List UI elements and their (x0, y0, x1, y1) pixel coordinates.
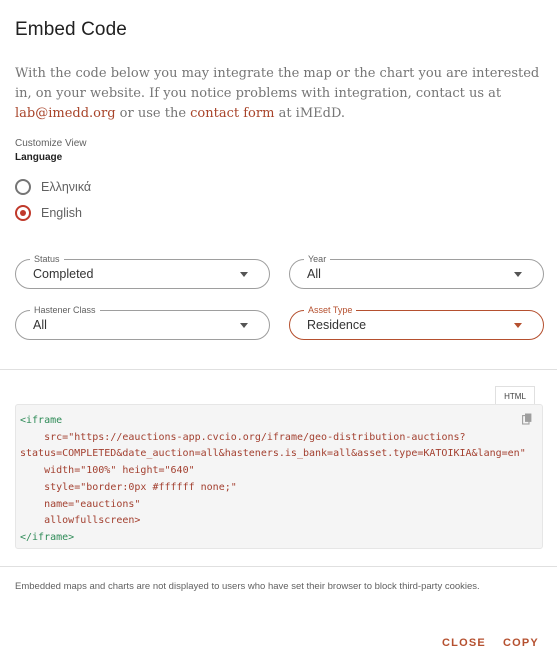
code-size-attrs: width="100%" height="640" (44, 465, 195, 477)
status-select-label: Status (30, 253, 64, 265)
close-button[interactable]: CLOSE (442, 637, 486, 649)
code-close-tag: </iframe> (20, 531, 75, 543)
year-select-value: All (307, 267, 321, 281)
code-style-attr: style="border:0px #ffffff none;" (44, 481, 237, 493)
asset-type-select-value: Residence (307, 318, 367, 332)
intro-text-1: With the code below you may integrate th… (15, 66, 540, 101)
year-select[interactable]: Year All (289, 253, 544, 289)
intro-text-3: at iMEdD. (274, 106, 346, 121)
radio-greek[interactable]: Ελληνικά (15, 179, 91, 195)
divider (0, 369, 557, 370)
status-select[interactable]: Status Completed (15, 253, 270, 289)
copy-button[interactable]: COPY (503, 637, 539, 649)
code-allowfullscreen-attr: allowfullscreen> (44, 515, 141, 527)
intro-text-2: or use the (115, 106, 191, 121)
email-link[interactable]: lab@imedd.org (15, 106, 116, 121)
radio-english-label: English (41, 206, 82, 220)
code-src-attr: src= (44, 431, 69, 443)
chevron-down-icon (240, 272, 248, 277)
customize-view-label: Customize View (15, 138, 87, 149)
hastener-class-select-label: Hastener Class (30, 304, 100, 316)
radio-english[interactable]: English (15, 205, 82, 221)
cookie-footnote: Embedded maps and charts are not display… (15, 581, 480, 592)
language-label: Language (15, 152, 63, 163)
code-src-value-1: "https://eauctions-app.cvcio.org/iframe/… (68, 431, 466, 443)
embed-code-block[interactable]: <iframe src="https://eauctions-app.cvcio… (15, 404, 543, 549)
code-name-attr: name="eauctions" (44, 498, 141, 510)
divider (0, 566, 557, 567)
hastener-class-select-value: All (33, 318, 47, 332)
radio-unchecked-icon (15, 179, 31, 195)
year-select-label: Year (304, 253, 331, 265)
chevron-down-icon (514, 323, 522, 328)
asset-type-select[interactable]: Asset Type Residence (289, 304, 544, 340)
code-src-value-2: status=COMPLETED&date_auction=all&hasten… (20, 448, 526, 460)
dialog-title: Embed Code (15, 19, 127, 40)
copy-icon[interactable] (522, 413, 532, 425)
chevron-down-icon (240, 323, 248, 328)
tab-html[interactable]: HTML (495, 386, 535, 405)
asset-type-select-label: Asset Type (304, 304, 357, 316)
radio-greek-label: Ελληνικά (41, 180, 92, 194)
radio-checked-icon (15, 205, 31, 221)
chevron-down-icon (514, 272, 522, 277)
contact-form-link[interactable]: contact form (190, 106, 274, 121)
hastener-class-select[interactable]: Hastener Class All (15, 304, 270, 340)
intro-paragraph: With the code below you may integrate th… (15, 64, 550, 124)
status-select-value: Completed (33, 267, 94, 281)
embed-code: <iframe src="https://eauctions-app.cvcio… (20, 413, 526, 547)
code-open-tag: <iframe (20, 415, 63, 426)
